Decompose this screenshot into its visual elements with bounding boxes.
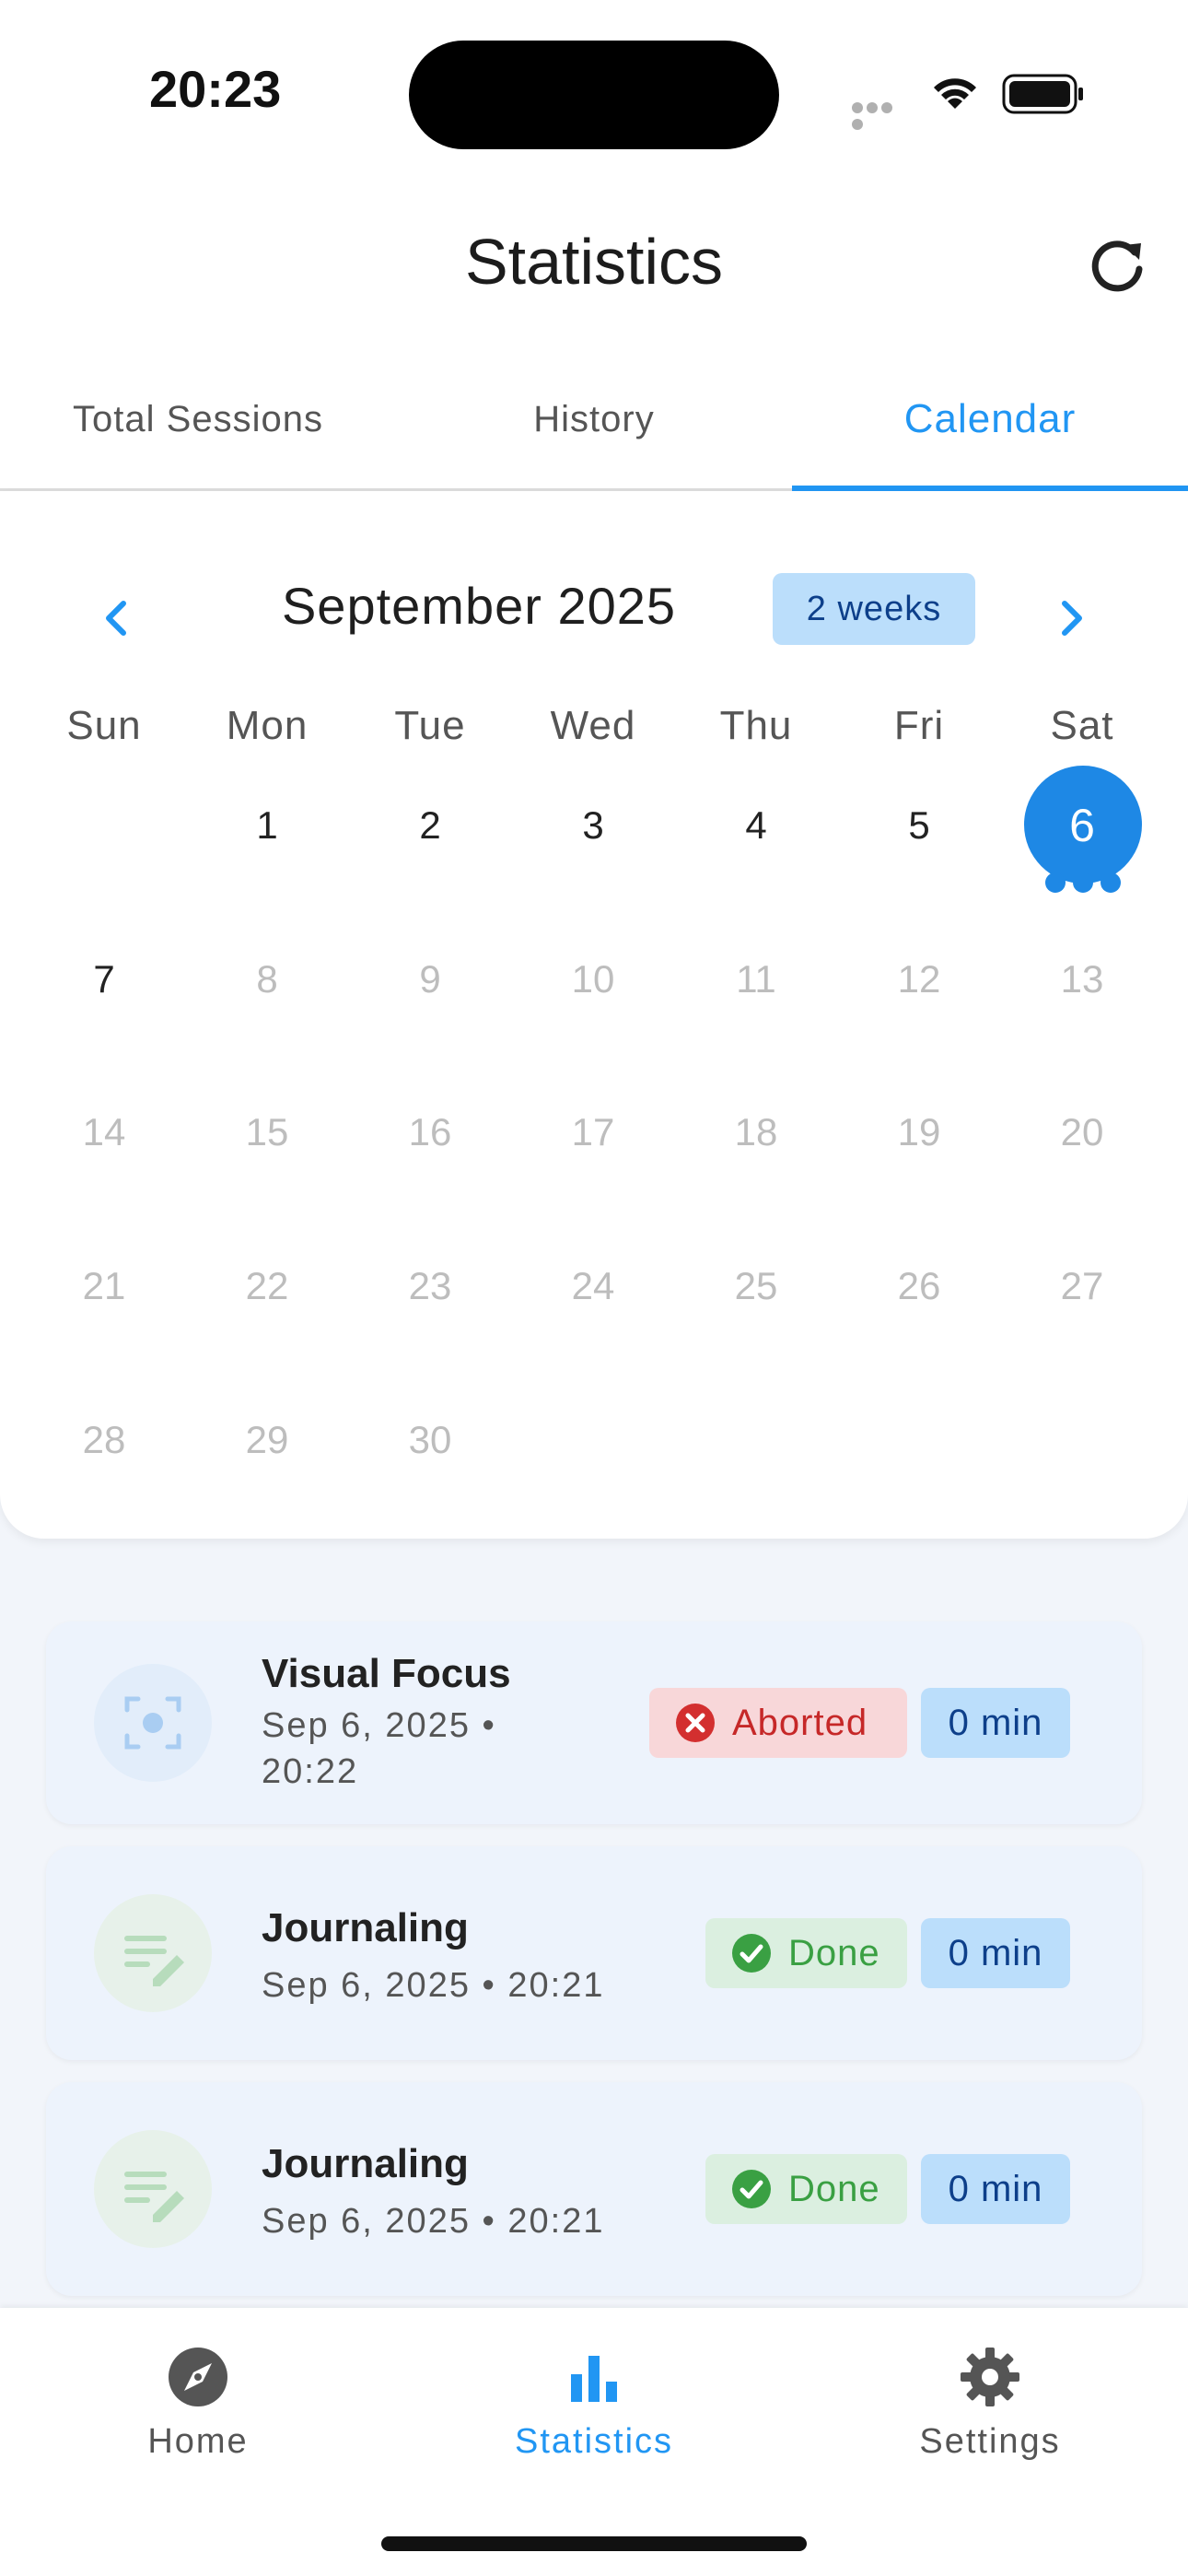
status-label: Done	[788, 1933, 880, 1973]
calendar-day: 14	[82, 1110, 126, 1153]
check-circle-icon	[732, 2170, 771, 2208]
chevron-left-icon[interactable]	[83, 583, 153, 653]
session-meta: Sep 6, 2025 • 20:21	[262, 1966, 605, 2005]
calendar-day: 28	[82, 1418, 126, 1461]
cancel-icon	[676, 1704, 715, 1742]
nav-statistics-label: Statistics	[514, 2422, 674, 2461]
calendar-day[interactable]: 2	[349, 770, 511, 881]
status-badge-done: Done	[705, 2154, 907, 2224]
weekday-sat: Sat	[1050, 703, 1114, 748]
calendar-day: 30	[408, 1418, 452, 1461]
calendar-day: 19	[897, 1110, 941, 1153]
duration-badge: 0 min	[921, 2154, 1070, 2224]
calendar-day[interactable]: 4	[675, 770, 837, 881]
calendar-day: 12	[897, 957, 941, 1001]
calendar-day: 24	[571, 1264, 615, 1307]
calendar-day: 11	[736, 957, 776, 1001]
nav-settings[interactable]: Settings	[792, 2345, 1188, 2492]
calendar-day: 20	[1060, 1110, 1104, 1153]
nav-statistics[interactable]: Statistics	[396, 2345, 792, 2492]
session-meta: Sep 6, 2025 • 20:22	[262, 1706, 496, 1791]
calendar-day: 29	[245, 1418, 289, 1461]
calendar-day: 9	[419, 957, 441, 1001]
calendar-day: 8	[256, 957, 278, 1001]
weekday-thu: Thu	[719, 703, 793, 748]
refresh-icon[interactable]	[1083, 232, 1151, 300]
status-label: Aborted	[732, 1703, 868, 1743]
battery-icon	[1002, 74, 1083, 114]
calendar-day: 21	[82, 1264, 126, 1307]
nav-settings-label: Settings	[919, 2422, 1061, 2461]
notes-edit-icon	[94, 1894, 212, 2012]
calendar-day: 16	[408, 1110, 452, 1153]
calendar-day: 13	[1060, 957, 1104, 1001]
gear-icon	[961, 2348, 1019, 2406]
nav-home[interactable]: Home	[0, 2345, 396, 2492]
weekday-wed: Wed	[550, 703, 636, 748]
session-card[interactable]: Journaling Sep 6, 2025 • 20:21 Done 0 mi…	[46, 2082, 1142, 2296]
duration-badge: 0 min	[921, 1918, 1070, 1988]
chevron-right-icon[interactable]	[1035, 583, 1105, 653]
cellular-signal-icon	[852, 101, 909, 130]
weekday-fri: Fri	[893, 703, 945, 748]
calendar-day: 26	[897, 1264, 941, 1307]
home-indicator[interactable]	[381, 2536, 807, 2551]
app-header: Statistics	[0, 184, 1188, 350]
calendar-day: 17	[571, 1110, 615, 1153]
tab-history[interactable]: History	[396, 350, 792, 488]
session-card[interactable]: Visual Focus Sep 6, 2025 • 20:22 Aborted…	[46, 1622, 1142, 1824]
calendar-day: 15	[245, 1110, 289, 1153]
calendar-day-selected[interactable]: 6	[1001, 770, 1163, 881]
duration-badge: 0 min	[921, 1688, 1070, 1758]
page-title: Statistics	[464, 226, 724, 298]
calendar-day: 27	[1060, 1264, 1104, 1307]
calendar-day[interactable]: 5	[838, 770, 1000, 881]
bar-chart-icon	[571, 2356, 617, 2402]
calendar-day[interactable]: 7	[23, 924, 185, 1035]
calendar-day[interactable]: 1	[186, 770, 348, 881]
calendar-day: 18	[734, 1110, 778, 1153]
calendar-day: 10	[571, 957, 615, 1001]
tab-calendar[interactable]: Calendar	[792, 350, 1188, 488]
nav-home-label: Home	[147, 2422, 249, 2461]
tab-total-sessions[interactable]: Total Sessions	[0, 350, 396, 488]
check-circle-icon	[732, 1934, 771, 1973]
calendar-format-button[interactable]: 2 weeks	[773, 573, 975, 645]
status-label: Done	[788, 2169, 880, 2209]
status-badge-done: Done	[705, 1918, 907, 1988]
focus-frame-icon	[94, 1664, 212, 1782]
status-time: 20:23	[149, 60, 282, 118]
compass-icon	[169, 2348, 227, 2406]
wifi-icon	[934, 78, 976, 109]
weekday-sun: Sun	[66, 703, 142, 748]
calendar-day[interactable]: 3	[512, 770, 674, 881]
month-label: September 2025	[281, 577, 677, 635]
calendar-card: September 2025 2 weeks Sun Mon Tue Wed T…	[0, 491, 1188, 1539]
status-bar: 20:23	[0, 0, 1188, 184]
calendar-day: 25	[734, 1264, 778, 1307]
calendar-day: 22	[245, 1264, 289, 1307]
session-title: Journaling	[262, 2141, 469, 2186]
tab-bar: Total Sessions History Calendar	[0, 350, 1188, 491]
session-title: Journaling	[262, 1905, 469, 1950]
session-card[interactable]: Journaling Sep 6, 2025 • 20:21 Done 0 mi…	[46, 1846, 1142, 2060]
dynamic-island	[409, 41, 779, 149]
session-title: Visual Focus	[262, 1651, 511, 1696]
weekday-tue: Tue	[394, 703, 466, 748]
weekday-mon: Mon	[226, 703, 309, 748]
calendar-day: 23	[408, 1264, 452, 1307]
status-badge-aborted: Aborted	[649, 1688, 907, 1758]
notes-edit-icon	[94, 2130, 212, 2248]
session-meta: Sep 6, 2025 • 20:21	[262, 2202, 605, 2241]
